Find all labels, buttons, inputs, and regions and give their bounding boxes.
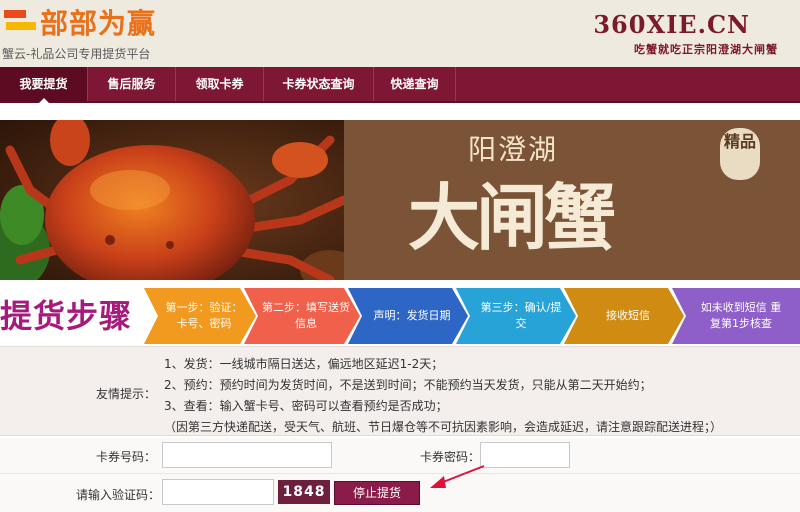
step-4: 第三步：确认/提交 (480, 301, 562, 330)
captcha-input[interactable] (162, 479, 274, 505)
step-6: 如未收到短信 重复第1步核查 (700, 301, 782, 330)
step-5: 接收短信 (606, 309, 650, 322)
nav-item-pickup[interactable]: 我要提货 (0, 67, 88, 103)
step-2: 第二步：填写送货信息 (262, 301, 350, 330)
pickup-steps: 提货步骤 第一步：验证：卡号、密码 第二步：填写送货信息 声明：发货日期 第三步… (0, 288, 800, 344)
card-password-input[interactable] (480, 442, 570, 468)
tip-line: 2、预约：预约时间为发货时间，不是送到时间；不能预约当天发货，只能从第二天开始约… (164, 378, 652, 392)
crab-photo (0, 120, 344, 280)
card-number-label: 卡券号码： (96, 450, 157, 464)
nav-item-claim-card[interactable]: 领取卡券 (176, 67, 264, 101)
tip-line: 3、查看：输入蟹卡号、密码可以查看预约是否成功； (164, 399, 448, 413)
logo-mark-icon (4, 10, 38, 36)
tip-line: （因第三方快递配送，受天气、航班、节日爆仓等不可抗因素影响，会造成延迟，请注意跟… (164, 420, 723, 434)
site-url: 360XIE.CN (593, 10, 750, 39)
promo-banner: 阳澄湖 大闸蟹 精品 (0, 120, 800, 280)
captcha-image[interactable]: 1848 (278, 480, 330, 504)
logo-text: 部部为赢 (40, 7, 157, 40)
card-number-input[interactable] (162, 442, 332, 468)
captcha-label: 请输入验证码： (76, 488, 161, 502)
banner-title: 大闸蟹 (408, 175, 616, 260)
tips-label: 友情提示： (96, 387, 157, 401)
tip-line: 1、发货：一线城市隔日送达，偏远地区延迟1-2天； (164, 357, 444, 371)
site-slogan: 蟹云-礼品公司专用提货平台 (2, 47, 151, 61)
main-nav: 我要提货 售后服务 领取卡券 卡券状态查询 快递查询 (0, 67, 800, 103)
nav-item-card-status[interactable]: 卡券状态查询 (264, 67, 374, 101)
banner-seal: 精品 (720, 128, 760, 180)
stop-pickup-button[interactable]: 停止提货 (334, 481, 420, 505)
pickup-form: 友情提示： 1、发货：一线城市隔日送达，偏远地区延迟1-2天； 2、预约：预约时… (0, 346, 800, 512)
banner-title-panel: 阳澄湖 大闸蟹 精品 (344, 120, 800, 280)
banner-subtitle: 阳澄湖 (468, 133, 559, 166)
site-logo[interactable]: 部部为赢 (4, 6, 184, 42)
nav-item-after-sales[interactable]: 售后服务 (88, 67, 176, 101)
step-1: 第一步：验证：卡号、密码 (165, 301, 243, 330)
step-3: 声明：发货日期 (373, 309, 451, 322)
header: 部部为赢 蟹云-礼品公司专用提货平台 360XIE.CN 吃蟹就吃正宗阳澄湖大闸… (0, 0, 800, 67)
tips-list: 1、发货：一线城市隔日送达，偏远地区延迟1-2天； 2、预约：预约时间为发货时间… (164, 354, 722, 438)
annotation-arrow-icon (430, 465, 485, 488)
captcha-row: 请输入验证码： 1848 停止提货 (0, 474, 800, 512)
card-row: 卡券号码： 卡券密码： (0, 438, 800, 474)
tips-box: 友情提示： 1、发货：一线城市隔日送达，偏远地区延迟1-2天； 2、预约：预约时… (0, 346, 800, 436)
site-tagline: 吃蟹就吃正宗阳澄湖大闸蟹 (634, 43, 778, 56)
nav-item-express-query[interactable]: 快递查询 (374, 67, 456, 101)
